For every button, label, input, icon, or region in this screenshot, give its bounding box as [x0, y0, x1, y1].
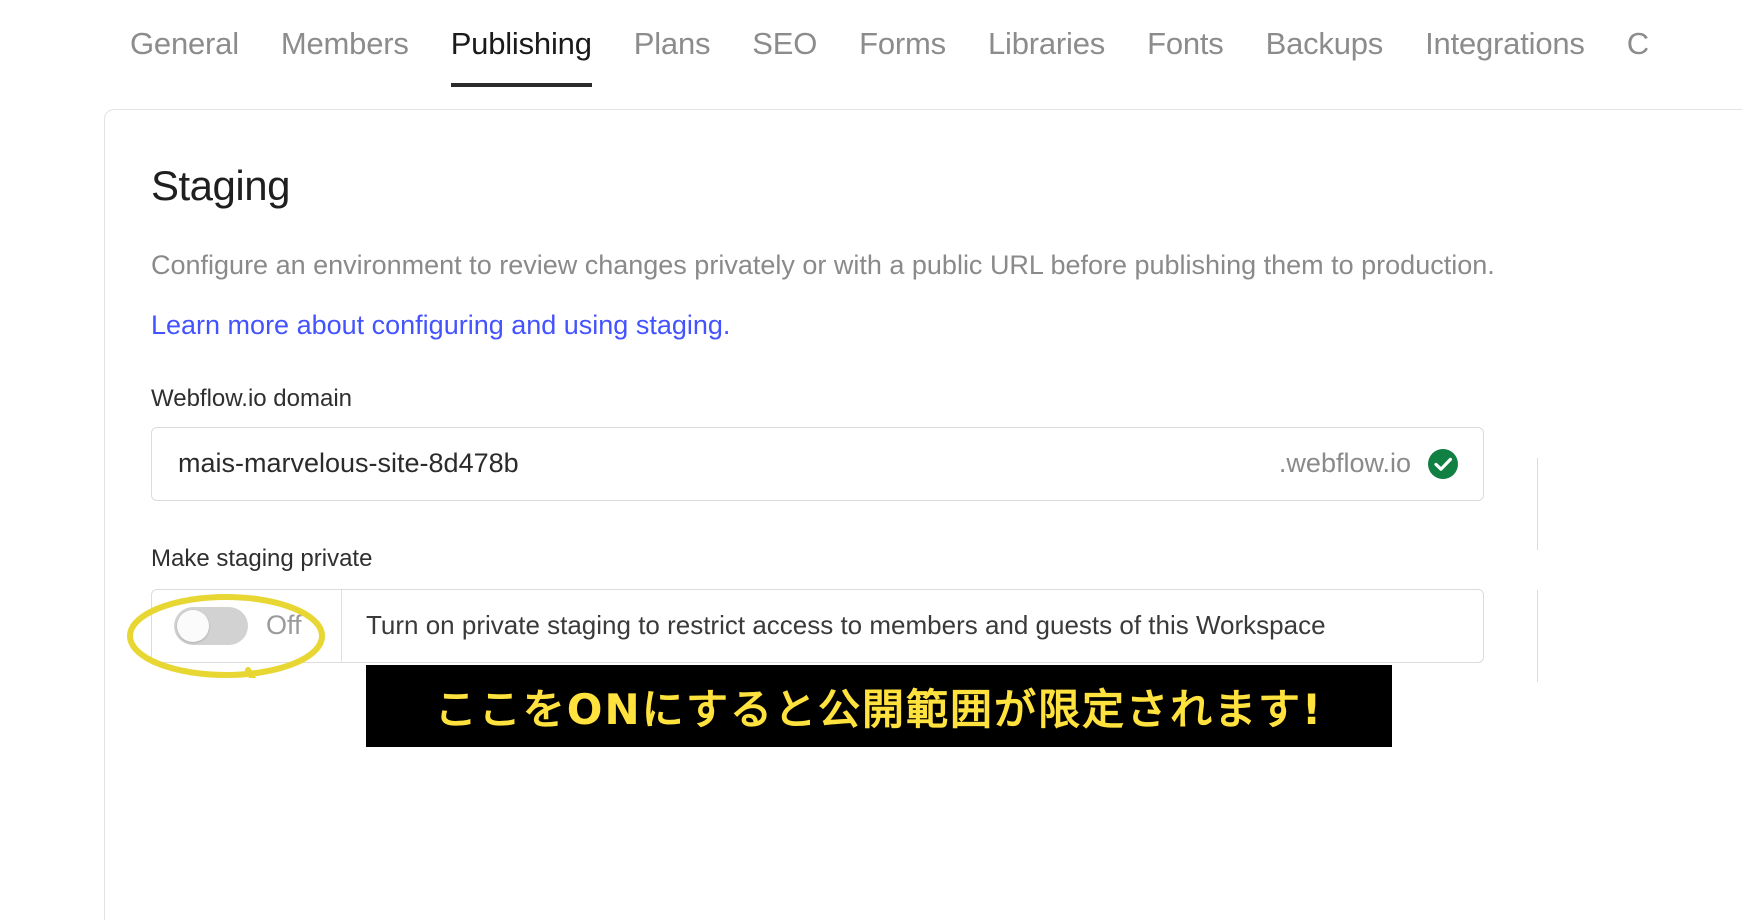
right-edge-divider-top — [1537, 458, 1538, 550]
toggle-knob — [177, 609, 209, 642]
learn-more-link[interactable]: Learn more about configuring and using s… — [151, 310, 730, 341]
tab-integrations[interactable]: Integrations — [1425, 28, 1585, 87]
tab-label: Libraries — [987, 26, 1106, 61]
right-edge-divider-bottom — [1537, 590, 1538, 682]
private-staging-row: Off Turn on private staging to restrict … — [151, 588, 1484, 663]
make-staging-private-label: Make staging private — [151, 544, 373, 572]
webflow-domain-field[interactable]: mais-marvelous-site-8d478b .webflow.io — [151, 426, 1484, 501]
annotation-text: ここをONにすると公開範囲が限定されます! — [434, 684, 1324, 734]
tab-label: Plans — [633, 26, 711, 61]
tab-label: Members — [280, 26, 409, 61]
tab-label: General — [130, 26, 239, 61]
tab-fonts[interactable]: Fonts — [1147, 28, 1224, 87]
tab-label: C — [1626, 26, 1649, 61]
tab-label: SEO — [752, 26, 818, 61]
check-circle-icon — [1428, 448, 1458, 479]
private-staging-toggle[interactable] — [174, 606, 248, 645]
tab-custom-code[interactable]: C — [1627, 28, 1649, 87]
tab-publishing[interactable]: Publishing — [450, 26, 592, 87]
tab-label: Fonts — [1147, 26, 1224, 61]
tab-label: Backups — [1265, 26, 1384, 61]
section-description: Configure an environment to review chang… — [151, 250, 1495, 280]
settings-tab-bar: General Members Publishing Plans SEO For… — [0, 28, 1742, 100]
webflow-domain-input[interactable]: mais-marvelous-site-8d478b — [178, 448, 1279, 479]
staging-section: Staging Configure an environment to revi… — [105, 110, 1742, 663]
tab-label: Integrations — [1425, 26, 1585, 61]
publishing-settings-panel: Staging Configure an environment to revi… — [104, 109, 1742, 920]
toggle-state-label: Off — [266, 610, 302, 641]
japanese-annotation-banner: ここをONにすると公開範囲が限定されます! — [366, 665, 1392, 747]
tab-seo[interactable]: SEO — [752, 28, 817, 87]
tab-members[interactable]: Members — [281, 28, 409, 87]
tab-plans[interactable]: Plans — [634, 28, 711, 87]
tab-general[interactable]: General — [130, 28, 239, 87]
tab-label: Publishing — [450, 26, 592, 61]
webflow-domain-suffix: .webflow.io — [1278, 448, 1411, 479]
private-staging-description: Turn on private staging to restrict acce… — [366, 610, 1326, 641]
tab-libraries[interactable]: Libraries — [988, 28, 1105, 87]
tab-forms[interactable]: Forms — [859, 28, 946, 87]
webflow-domain-label: Webflow.io domain — [151, 384, 352, 412]
private-staging-toggle-cell[interactable]: Off — [152, 589, 342, 662]
tab-label: Forms — [859, 26, 946, 61]
tab-backups[interactable]: Backups — [1266, 28, 1384, 87]
page-title: Staging — [151, 162, 290, 209]
